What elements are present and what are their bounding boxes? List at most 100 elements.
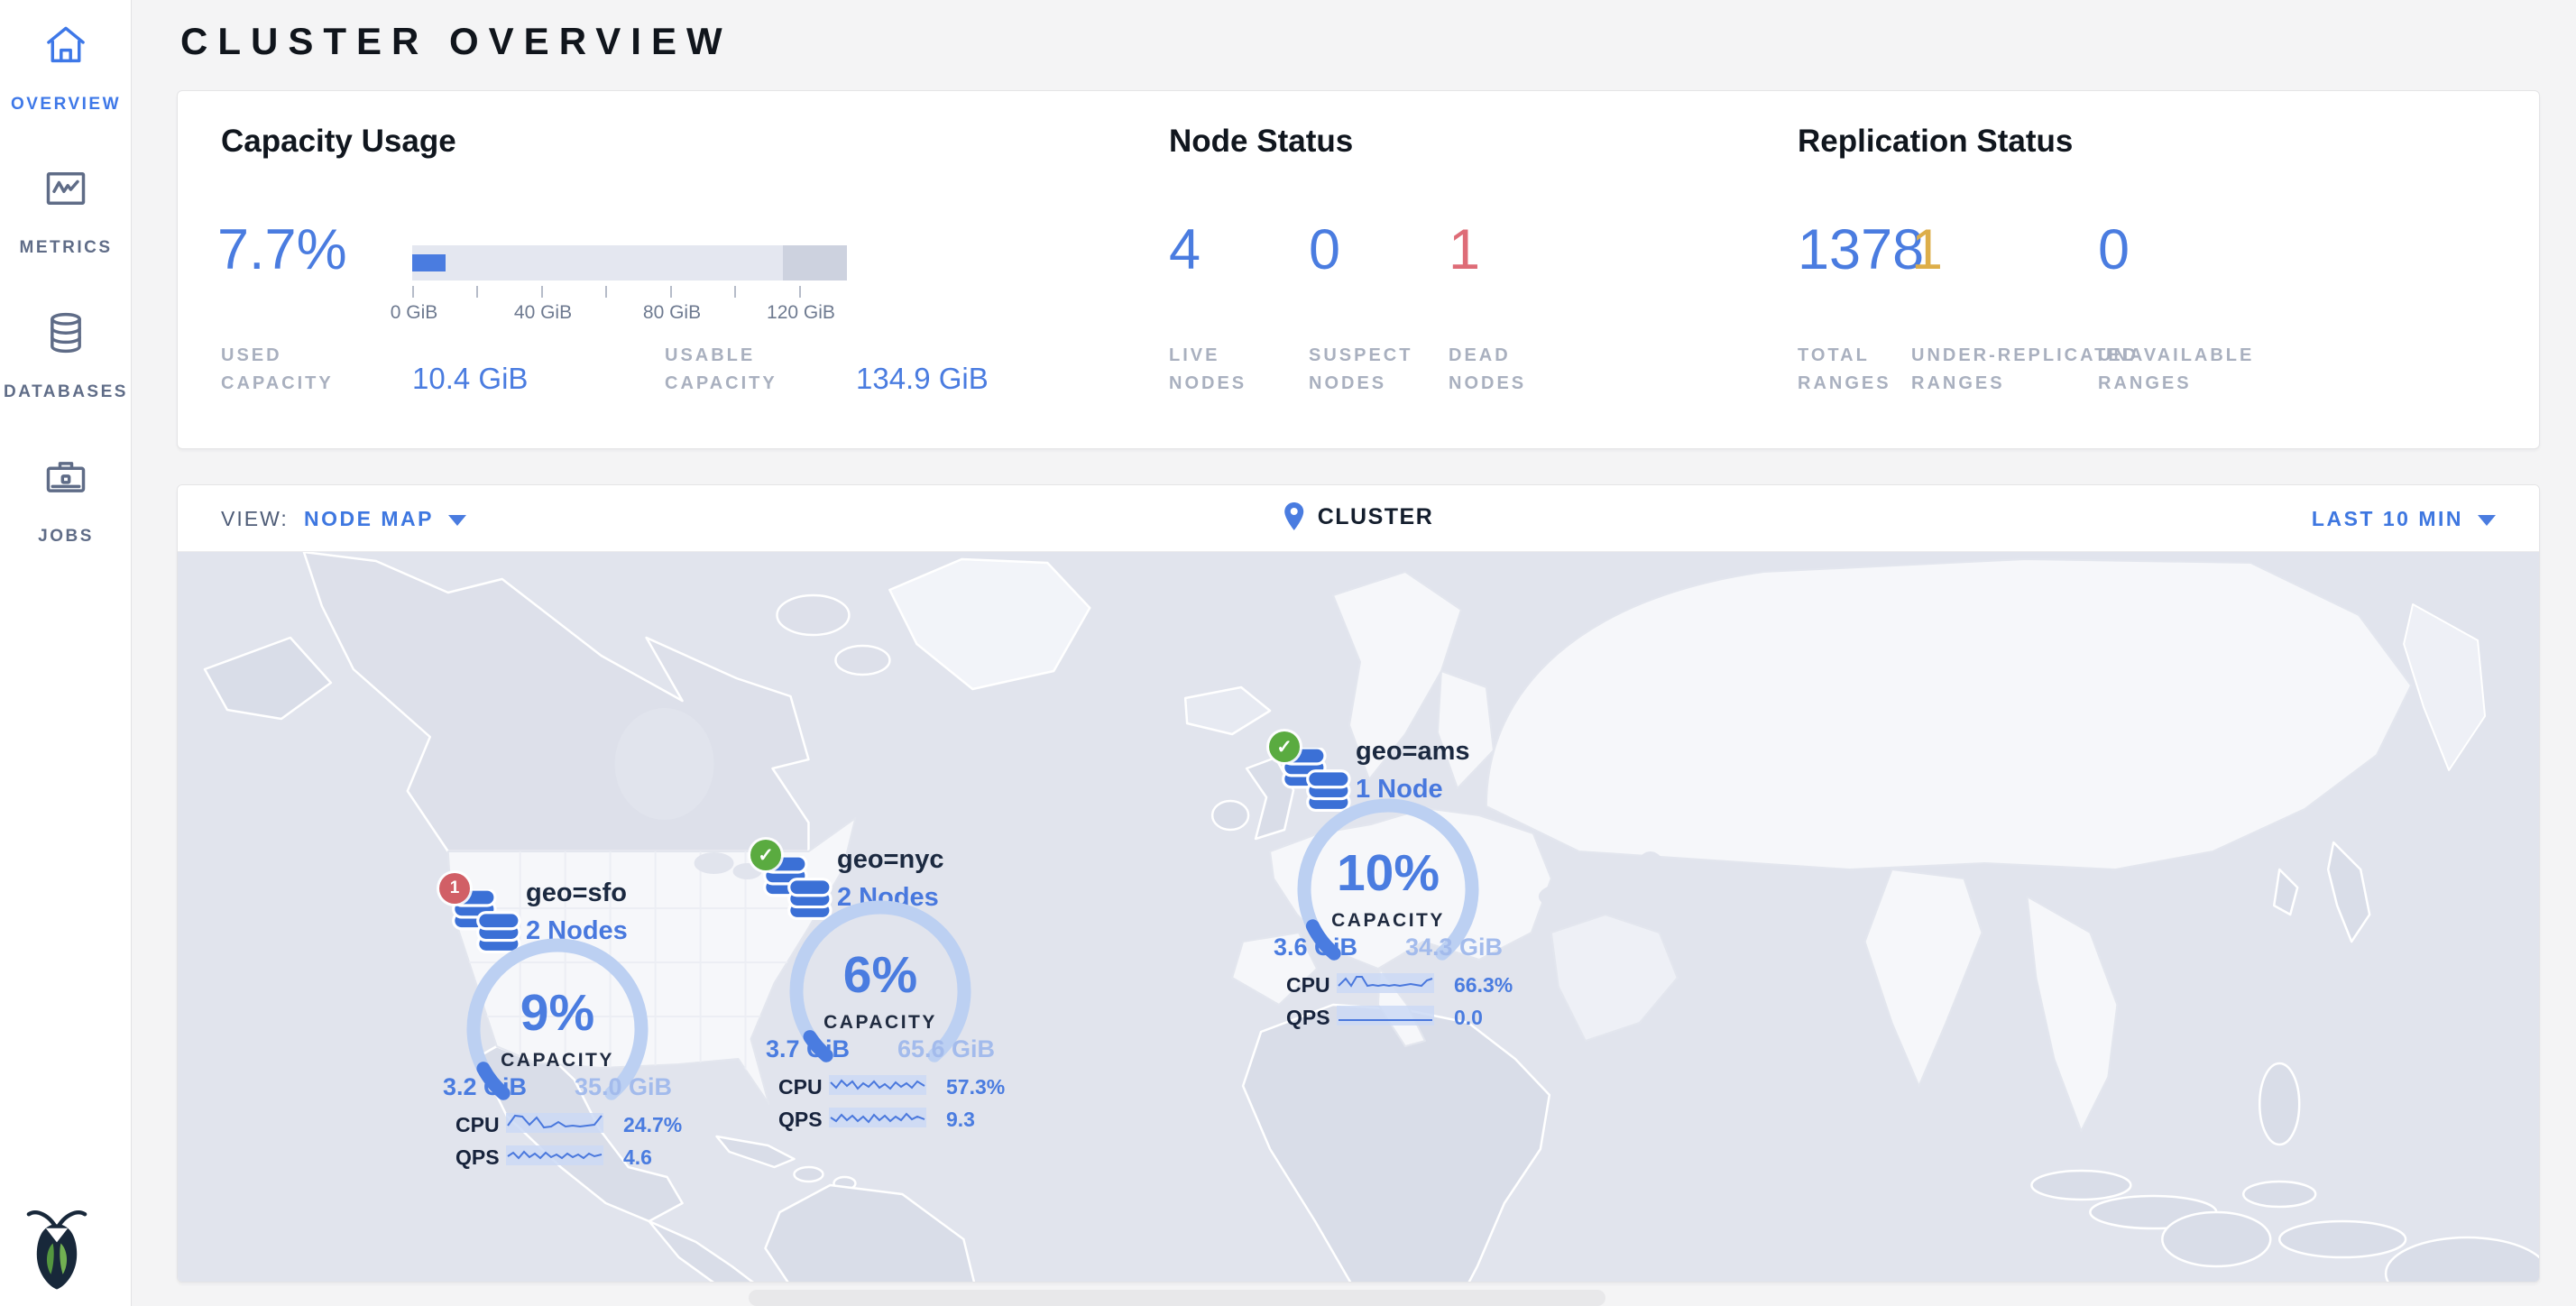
live-nodes-label: LIVENODES <box>1169 342 1247 398</box>
qps-label: QPS <box>1286 1006 1330 1030</box>
used-capacity-label: USEDCAPACITY <box>221 342 334 398</box>
sidebar-item-label: DATABASES <box>0 382 132 402</box>
qps-value: 4.6 <box>623 1145 652 1170</box>
replication-status-title: Replication Status <box>1798 124 2073 160</box>
qps-sparkline <box>506 1144 603 1172</box>
gauge-percent: 9% <box>454 983 661 1043</box>
breadcrumb: CLUSTER <box>1283 501 1434 532</box>
capacity-gauge-sfo: 9% CAPACITY 3.2 GiB 35.0 GiB CPU 24.7% Q… <box>454 925 661 1133</box>
capacity-bar <box>412 245 847 281</box>
axis-tick <box>670 286 672 298</box>
breadcrumb-label: CLUSTER <box>1318 504 1434 530</box>
gauge-ranges: 3.2 GiB 35.0 GiB <box>443 1073 672 1102</box>
qps-value: 9.3 <box>946 1108 975 1132</box>
metrics-icon <box>0 165 132 216</box>
sidebar-item-jobs[interactable]: JOBS <box>0 454 132 547</box>
status-badge: ✓ <box>750 840 781 870</box>
qps-sparkline <box>829 1106 926 1134</box>
gauge-percent: 6% <box>777 945 984 1005</box>
capacity-used-percent: 7.7% <box>217 217 347 282</box>
live-nodes-count: 4 <box>1169 217 1201 282</box>
cpu-sparkline <box>1337 971 1434 999</box>
capacity-gauge-nyc: 6% CAPACITY 3.7 GiB 65.6 GiB CPU 57.3% Q… <box>777 888 984 1095</box>
axis-tick-label: 80 GiB <box>643 302 701 324</box>
gauge-ranges: 3.7 GiB 65.6 GiB <box>766 1035 995 1064</box>
total-ranges-count: 1378 <box>1798 217 1924 282</box>
gauge-total-value: 35.0 GiB <box>575 1073 672 1101</box>
gauge-total-value: 34.3 GiB <box>1405 934 1503 961</box>
time-range-dropdown[interactable]: LAST 10 MIN <box>2312 507 2496 531</box>
under-replicated-ranges-count: 1 <box>1911 217 1943 282</box>
cpu-sparkline <box>829 1073 926 1101</box>
qps-sparkline <box>1337 1004 1434 1032</box>
status-badge: ✓ <box>1269 731 1300 762</box>
view-dropdown[interactable]: NODE MAP <box>304 507 466 531</box>
cpu-label: CPU <box>778 1075 823 1099</box>
locality-name: geo=nyc <box>837 845 943 875</box>
node-status-title: Node Status <box>1169 124 1353 160</box>
cpu-row: CPU 66.3% <box>1284 971 1555 997</box>
cpu-value: 57.3% <box>946 1075 1005 1099</box>
gauge-total-value: 65.6 GiB <box>897 1035 995 1063</box>
sidebar: OVERVIEW METRICS DATABASES JOBS <box>0 0 132 1306</box>
chevron-down-icon <box>2478 515 2496 526</box>
dead-nodes-count: 1 <box>1449 217 1480 282</box>
qps-row: QPS 0.0 <box>1284 1004 1555 1029</box>
total-ranges-label: TOTALRANGES <box>1798 342 1891 398</box>
cpu-label: CPU <box>1286 973 1330 998</box>
qps-value: 0.0 <box>1454 1006 1483 1030</box>
gauge-capacity-label: CAPACITY <box>777 1012 984 1034</box>
gauge-percent: 10% <box>1284 843 1492 903</box>
unavailable-ranges-count: 0 <box>2098 217 2130 282</box>
suspect-nodes-label: SUSPECTNODES <box>1309 342 1412 398</box>
sidebar-item-metrics[interactable]: METRICS <box>0 165 132 258</box>
cpu-row: CPU 24.7% <box>454 1111 724 1136</box>
sidebar-item-overview[interactable]: OVERVIEW <box>0 22 132 115</box>
qps-label: QPS <box>778 1108 823 1132</box>
view-label: VIEW: <box>221 507 289 531</box>
gauge-ranges: 3.6 GiB 34.3 GiB <box>1274 934 1503 962</box>
capacity-usage-title: Capacity Usage <box>221 124 456 160</box>
sidebar-item-label: JOBS <box>0 527 132 547</box>
qps-row: QPS 9.3 <box>777 1106 1047 1131</box>
map-pin-icon <box>1283 501 1305 532</box>
gauge-used-value: 3.7 GiB <box>766 1035 850 1063</box>
qps-label: QPS <box>455 1145 500 1170</box>
usable-capacity-value: 134.9 GiB <box>856 362 989 396</box>
axis-tick-label: 120 GiB <box>767 302 835 324</box>
gauge-used-value: 3.6 GiB <box>1274 934 1357 961</box>
capacity-bar-fill <box>412 254 446 271</box>
status-badge: 1 <box>439 873 470 904</box>
world-map: 1 geo=sfo 2 Nodes 9% CAPACITY 3.2 GiB <box>178 552 2540 1283</box>
capacity-gauge-ams: 10% CAPACITY 3.6 GiB 34.3 GiB CPU 66.3% … <box>1284 786 1492 993</box>
axis-tick-label: 40 GiB <box>514 302 572 324</box>
chevron-down-icon <box>448 515 466 526</box>
cpu-row: CPU 57.3% <box>777 1073 1047 1099</box>
sidebar-item-databases[interactable]: DATABASES <box>0 309 132 402</box>
used-capacity-value: 10.4 GiB <box>412 362 528 396</box>
cpu-value: 66.3% <box>1454 973 1513 998</box>
locality-name: geo=ams <box>1356 737 1470 767</box>
axis-tick <box>734 286 736 298</box>
axis-tick <box>605 286 607 298</box>
locality-name: geo=sfo <box>526 878 627 908</box>
jobs-icon <box>0 454 132 505</box>
cpu-value: 24.7% <box>623 1113 682 1137</box>
cockroachdb-bug-logo <box>25 1203 88 1293</box>
page-title: CLUSTER OVERVIEW <box>180 20 732 63</box>
sidebar-item-label: METRICS <box>0 238 132 258</box>
dead-nodes-label: DEADNODES <box>1449 342 1526 398</box>
suspect-nodes-count: 0 <box>1309 217 1340 282</box>
capacity-bar-reserved <box>783 245 847 281</box>
gauge-used-value: 3.2 GiB <box>443 1073 527 1101</box>
gauge-capacity-label: CAPACITY <box>454 1050 661 1071</box>
cpu-label: CPU <box>455 1113 500 1137</box>
axis-tick-label: 0 GiB <box>391 302 438 324</box>
unavailable-ranges-label: UNAVAILABLERANGES <box>2098 342 2254 398</box>
axis-tick <box>799 286 801 298</box>
qps-row: QPS 4.6 <box>454 1144 724 1169</box>
horizontal-scrollbar-thumb[interactable] <box>749 1290 1605 1306</box>
usable-capacity-label: USABLECAPACITY <box>665 342 777 398</box>
cpu-sparkline <box>506 1111 603 1139</box>
sidebar-item-label: OVERVIEW <box>0 95 132 115</box>
